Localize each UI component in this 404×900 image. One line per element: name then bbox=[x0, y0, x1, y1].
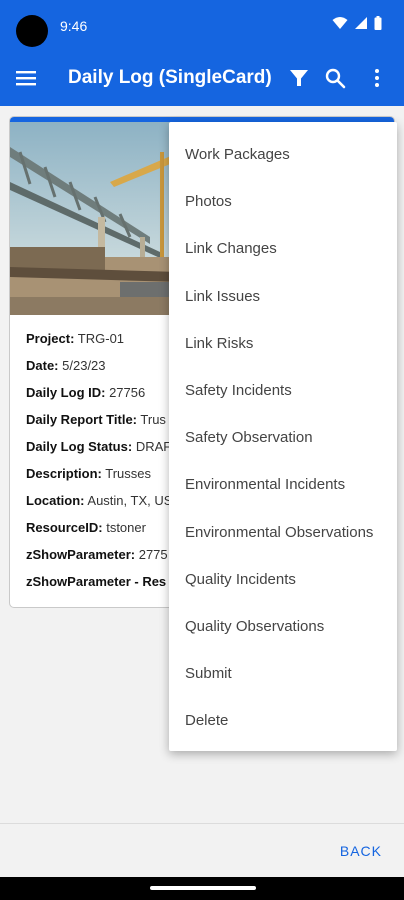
field-zshowparameter-res: zShowParameter - Res bbox=[26, 574, 167, 589]
field-zshowparameter: zShowParameter: 2775 bbox=[26, 547, 168, 562]
menu-item-quality-observations[interactable]: Quality Observations bbox=[169, 603, 397, 650]
status-icons bbox=[332, 16, 382, 30]
menu-item-submit[interactable]: Submit bbox=[169, 650, 397, 697]
search-button[interactable] bbox=[324, 67, 346, 89]
menu-item-environmental-incidents[interactable]: Environmental Incidents bbox=[169, 461, 397, 508]
overflow-menu: Work Packages Photos Link Changes Link I… bbox=[169, 122, 397, 751]
field-daily-log-id: Daily Log ID: 27756 bbox=[26, 385, 146, 400]
filter-button[interactable] bbox=[288, 67, 310, 89]
back-button[interactable]: BACK bbox=[340, 843, 382, 859]
menu-item-photos[interactable]: Photos bbox=[169, 178, 397, 225]
menu-item-delete[interactable]: Delete bbox=[169, 697, 397, 744]
more-vert-icon bbox=[375, 69, 379, 87]
field-resource-id: ResourceID: tstoner bbox=[26, 520, 146, 535]
card-fields: Project: TRG-01 Date: 5/23/23 Daily Log … bbox=[26, 331, 172, 601]
signal-icon bbox=[355, 17, 367, 29]
search-icon bbox=[325, 68, 346, 89]
more-options-button[interactable] bbox=[366, 67, 388, 89]
page-title: Daily Log (SingleCard) bbox=[68, 67, 272, 88]
menu-item-link-issues[interactable]: Link Issues bbox=[169, 273, 397, 320]
wifi-icon bbox=[332, 17, 348, 29]
field-daily-report-title: Daily Report Title: Trus bbox=[26, 412, 166, 427]
system-nav-bar bbox=[0, 877, 404, 900]
field-description: Description: Trusses bbox=[26, 466, 151, 481]
construction-photo bbox=[10, 122, 180, 315]
menu-item-safety-observation[interactable]: Safety Observation bbox=[169, 414, 397, 461]
app-bar: Daily Log (SingleCard) bbox=[0, 50, 404, 106]
hamburger-menu-icon bbox=[16, 71, 36, 86]
bottom-action-bar: BACK bbox=[0, 823, 404, 877]
menu-item-environmental-observations[interactable]: Environmental Observations bbox=[169, 509, 397, 556]
status-time: 9:46 bbox=[60, 18, 88, 34]
battery-icon bbox=[374, 16, 382, 30]
camera-cutout bbox=[16, 15, 48, 47]
menu-item-safety-incidents[interactable]: Safety Incidents bbox=[169, 367, 397, 414]
status-bar: 9:46 bbox=[0, 0, 404, 50]
menu-item-work-packages[interactable]: Work Packages bbox=[169, 131, 397, 178]
gesture-handle[interactable] bbox=[150, 886, 256, 890]
menu-item-link-changes[interactable]: Link Changes bbox=[169, 225, 397, 272]
field-location: Location: Austin, TX, US bbox=[26, 493, 173, 508]
field-daily-log-status: Daily Log Status: DRAF bbox=[26, 439, 172, 454]
field-date: Date: 5/23/23 bbox=[26, 358, 106, 373]
menu-item-link-risks[interactable]: Link Risks bbox=[169, 320, 397, 367]
hamburger-menu-button[interactable] bbox=[14, 66, 40, 92]
filter-icon bbox=[290, 70, 308, 86]
menu-item-quality-incidents[interactable]: Quality Incidents bbox=[169, 556, 397, 603]
field-project: Project: TRG-01 bbox=[26, 331, 125, 346]
